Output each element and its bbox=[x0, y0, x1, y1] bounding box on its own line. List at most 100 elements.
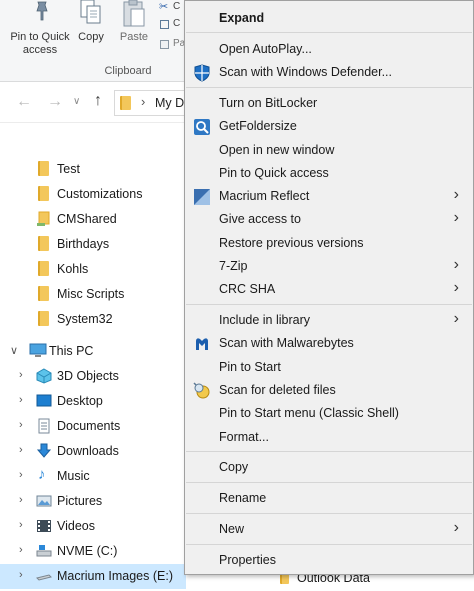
drive-icon bbox=[36, 568, 52, 587]
collapsed-chevron-icon[interactable]: › bbox=[19, 569, 23, 581]
menu-item-restore-previous-versions[interactable]: Restore previous versions bbox=[185, 232, 473, 255]
menu-item-properties[interactable]: Properties bbox=[185, 549, 473, 572]
menu-item-rename[interactable]: Rename bbox=[185, 487, 473, 510]
paste-shortcut-mini-button[interactable]: Pa bbox=[159, 37, 187, 53]
menu-item-label: Open AutoPlay... bbox=[219, 42, 312, 56]
submenu-arrow-icon: › bbox=[453, 256, 459, 273]
menu-item-copy[interactable]: Copy bbox=[185, 456, 473, 479]
tree-item-cmshared[interactable]: CMShared bbox=[0, 207, 186, 232]
menu-item-give-access-to[interactable]: Give access to › bbox=[185, 208, 473, 231]
menu-item-label: Macrium Reflect bbox=[219, 189, 310, 203]
tree-item-documents[interactable]: › Documents bbox=[0, 414, 186, 439]
collapsed-chevron-icon[interactable]: › bbox=[19, 419, 23, 431]
tree-item-this-pc[interactable]: ∨ This PC bbox=[0, 339, 186, 364]
menu-item-new[interactable]: New › bbox=[185, 518, 473, 541]
videos-icon bbox=[36, 518, 52, 537]
tree-item-label: This PC bbox=[49, 344, 94, 358]
tree-item-kohls[interactable]: Kohls bbox=[0, 257, 186, 282]
address-path: My D bbox=[155, 96, 185, 110]
collapsed-chevron-icon[interactable]: › bbox=[19, 469, 23, 481]
tree-item-downloads[interactable]: › Downloads bbox=[0, 439, 186, 464]
tree-item-label: NVME (C:) bbox=[57, 544, 118, 558]
menu-item-label: Pin to Start bbox=[219, 360, 281, 374]
tree-item-label: Birthdays bbox=[57, 237, 110, 251]
collapsed-chevron-icon[interactable]: › bbox=[19, 369, 23, 381]
forward-arrow-icon[interactable]: → bbox=[47, 93, 63, 111]
address-bar[interactable]: › My D bbox=[114, 90, 194, 116]
cut-mini-button[interactable]: ✂ C bbox=[159, 0, 187, 16]
expanded-chevron-icon[interactable]: ∨ bbox=[10, 344, 18, 357]
menu-item-label: Rename bbox=[219, 491, 267, 505]
menu-item-pin-to-start[interactable]: Pin to Start bbox=[185, 356, 473, 379]
submenu-arrow-icon: › bbox=[453, 186, 459, 203]
menu-item-include-in-library[interactable]: Include in library › bbox=[185, 309, 473, 332]
menu-item-label: Format... bbox=[219, 430, 270, 444]
tree-item-pictures[interactable]: › Pictures bbox=[0, 489, 186, 514]
tree-item-label: CMShared bbox=[57, 212, 117, 226]
tree-item-test[interactable]: Test bbox=[0, 157, 186, 182]
tree-item-videos[interactable]: › Videos bbox=[0, 514, 186, 539]
submenu-arrow-icon: › bbox=[453, 519, 459, 536]
back-arrow-icon[interactable]: ← bbox=[16, 93, 32, 111]
up-arrow-icon[interactable]: ↑ bbox=[94, 92, 102, 110]
tree-item-macrium-images-drive[interactable]: › Macrium Images (E:) bbox=[0, 564, 186, 589]
tree-item-nvme-drive[interactable]: › NVME (C:) bbox=[0, 539, 186, 564]
menu-item-open-autoplay[interactable]: Open AutoPlay... bbox=[185, 38, 473, 61]
submenu-arrow-icon: › bbox=[453, 279, 459, 296]
menu-item-label: Scan with Windows Defender... bbox=[219, 65, 392, 79]
menu-item-label: Turn on BitLocker bbox=[219, 96, 318, 110]
menu-item-scan-for-deleted-files[interactable]: Scan for deleted files bbox=[185, 379, 473, 402]
defender-shield-icon bbox=[194, 64, 210, 82]
navigation-tree: Test Customizations CMShared Birthdays K… bbox=[0, 152, 186, 591]
documents-icon bbox=[36, 418, 52, 437]
collapsed-chevron-icon[interactable]: › bbox=[19, 544, 23, 556]
computer-icon bbox=[29, 343, 47, 362]
menu-item-scan-windows-defender[interactable]: Scan with Windows Defender... bbox=[185, 61, 473, 84]
menu-item-label: CRC SHA bbox=[219, 282, 276, 296]
menu-item-turn-on-bitlocker[interactable]: Turn on BitLocker bbox=[185, 92, 473, 115]
menu-item-scan-with-malwarebytes[interactable]: Scan with Malwarebytes bbox=[185, 332, 473, 355]
tree-item-birthdays[interactable]: Birthdays bbox=[0, 232, 186, 257]
mini-label-2: C bbox=[173, 18, 181, 29]
menu-separator bbox=[186, 87, 472, 88]
copy-path-mini-button[interactable]: C bbox=[159, 17, 187, 33]
menu-item-macrium-reflect[interactable]: Macrium Reflect › bbox=[185, 185, 473, 208]
menu-item-getfoldersize[interactable]: GetFoldersize bbox=[185, 115, 473, 138]
downloads-icon bbox=[36, 443, 52, 462]
collapsed-chevron-icon[interactable]: › bbox=[19, 494, 23, 506]
menu-item-pin-to-quick-access[interactable]: Pin to Quick access bbox=[185, 162, 473, 185]
tree-item-misc-scripts[interactable]: Misc Scripts bbox=[0, 282, 186, 307]
menu-separator bbox=[186, 513, 472, 514]
menu-item-format[interactable]: Format... bbox=[185, 426, 473, 449]
menu-item-label: Open in new window bbox=[219, 143, 335, 157]
getfoldersize-icon bbox=[194, 119, 210, 135]
recovery-scan-icon bbox=[193, 382, 210, 399]
collapsed-chevron-icon[interactable]: › bbox=[19, 394, 23, 406]
3d-objects-icon bbox=[36, 368, 52, 387]
collapsed-chevron-icon[interactable]: › bbox=[19, 444, 23, 456]
menu-item-label: Expand bbox=[219, 11, 265, 25]
menu-item-pin-to-start-classic-shell[interactable]: Pin to Start menu (Classic Shell) bbox=[185, 402, 473, 425]
tree-item-customizations[interactable]: Customizations bbox=[0, 182, 186, 207]
menu-separator bbox=[186, 482, 472, 483]
menu-item-label: Include in library bbox=[219, 313, 311, 327]
recent-locations-chevron-icon[interactable]: ∨ bbox=[73, 96, 80, 107]
menu-item-label: New bbox=[219, 522, 245, 536]
tree-item-3d-objects[interactable]: › 3D Objects bbox=[0, 364, 186, 389]
tree-item-label: Downloads bbox=[57, 444, 119, 458]
menu-item-label: 7-Zip bbox=[219, 259, 248, 273]
tree-item-label: Misc Scripts bbox=[57, 287, 125, 301]
menu-item-7-zip[interactable]: 7-Zip › bbox=[185, 255, 473, 278]
tree-item-desktop[interactable]: › Desktop bbox=[0, 389, 186, 414]
tree-item-label: Desktop bbox=[57, 394, 103, 408]
paste-ribbon-label: Paste bbox=[119, 31, 149, 43]
folder-icon bbox=[38, 186, 49, 201]
menu-item-label: Copy bbox=[219, 460, 249, 474]
tree-item-system32[interactable]: System32 bbox=[0, 307, 186, 332]
copy-path-icon bbox=[160, 20, 169, 29]
menu-item-crc-sha[interactable]: CRC SHA › bbox=[185, 278, 473, 301]
menu-item-expand[interactable]: Expand bbox=[185, 7, 473, 30]
tree-item-music[interactable]: › ♪ Music bbox=[0, 464, 186, 489]
menu-item-open-in-new-window[interactable]: Open in new window bbox=[185, 139, 473, 162]
collapsed-chevron-icon[interactable]: › bbox=[19, 519, 23, 531]
